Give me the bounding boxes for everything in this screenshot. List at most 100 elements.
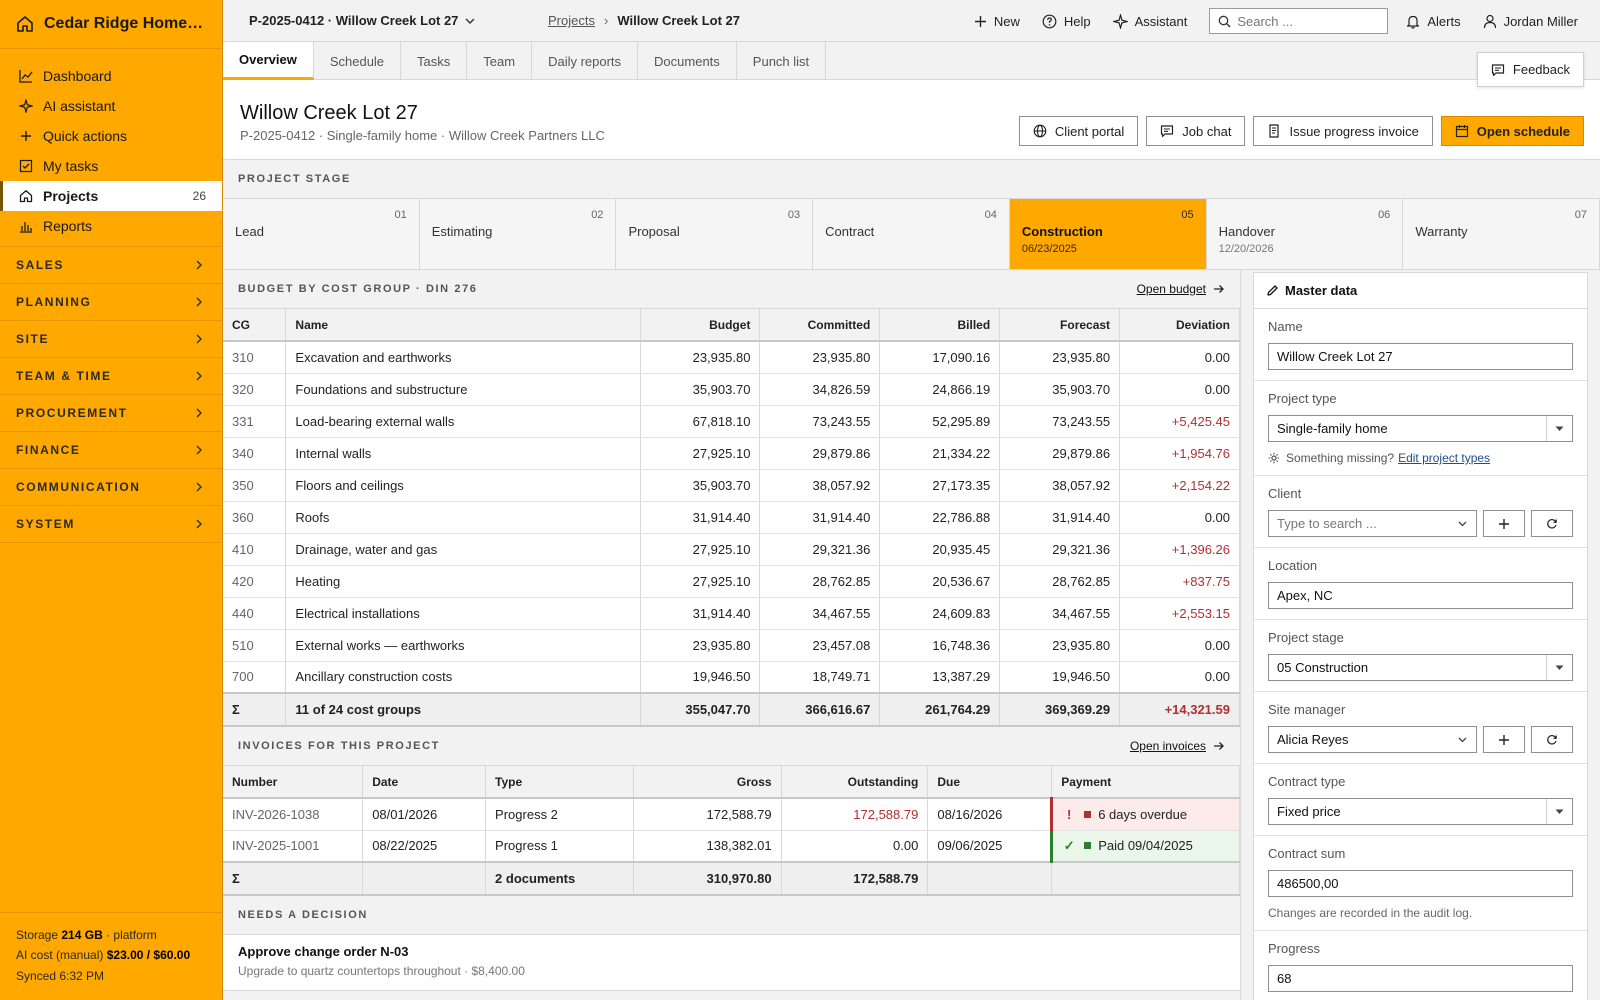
issue-invoice-button[interactable]: Issue progress invoice [1253,116,1433,146]
invoice-number[interactable]: INV-2025-1001 [223,830,364,863]
feedback-button[interactable]: Feedback [1476,52,1584,87]
assistant-button[interactable]: Assistant [1112,13,1187,29]
column-header[interactable]: CG [223,309,287,342]
tab-documents[interactable]: Documents [638,42,737,80]
table-row[interactable]: INV-2025-1001 08/22/2025 Progress 1 138,… [223,830,1240,863]
synced-status: Synced 6:32 PM [16,968,105,983]
sidebar-group-team-time[interactable]: TEAM & TIME [0,358,222,395]
edit-project-types-link[interactable]: Edit project types [1398,451,1490,465]
sidebar-group-procurement[interactable]: PROCUREMENT [0,395,222,432]
project-selector[interactable]: P-2025-0412 · Willow Creek Lot 27 [249,13,476,28]
stage-estimating[interactable]: 02 Estimating [420,199,617,269]
tab-tasks[interactable]: Tasks [401,42,468,80]
add-site-manager-button[interactable] [1483,726,1525,753]
contract-type-select[interactable]: Fixed price [1268,798,1573,825]
sidebar-group-site[interactable]: SITE [0,321,222,358]
column-header[interactable]: Type [485,766,634,799]
sidebar-group-communication[interactable]: COMMUNICATION [0,469,222,506]
sidebar-item-quick-actions[interactable]: Quick actions [0,121,222,151]
billed-value: 24,866.19 [879,373,1001,406]
alerts-button[interactable]: Alerts [1406,14,1461,29]
sidebar-group-finance[interactable]: FINANCE [0,432,222,469]
committed-value: 73,243.55 [759,405,881,438]
tab-team[interactable]: Team [467,42,533,80]
progress-input[interactable]: 68 [1268,965,1573,992]
search-input[interactable] [1237,13,1378,29]
tab-punch-list[interactable]: Punch list [737,42,827,80]
table-row[interactable]: 510 External works — earthworks 23,935.80 2… [223,629,1240,662]
project-stage-select[interactable]: 05 Construction [1268,654,1573,681]
breadcrumb-projects-link[interactable]: Projects [548,13,595,28]
stage-handover[interactable]: 06 Handover 12/20/2026 [1207,199,1404,269]
site-manager-select[interactable]: Alicia Reyes [1268,726,1477,753]
column-header[interactable]: Name [285,309,641,342]
table-row[interactable]: 410 Drainage, water and gas 27,925.10 29,32… [223,533,1240,566]
column-header[interactable]: Number [223,766,364,799]
storage-value: 214 GB [61,927,103,942]
refresh-client-button[interactable] [1531,510,1573,537]
open-schedule-button[interactable]: Open schedule [1440,116,1584,146]
stage-contract[interactable]: 04 Contract [813,199,1010,269]
location-input[interactable]: Apex, NC [1268,582,1573,609]
stage-lead[interactable]: 01 Lead [223,199,420,269]
table-row[interactable]: 310 Excavation and earthworks 23,935.80 23,… [223,341,1240,374]
refresh-site-manager-button[interactable] [1531,726,1573,753]
invoice-number[interactable]: INV-2026-1038 [223,798,364,831]
name-input[interactable]: Willow Creek Lot 27 [1268,343,1573,370]
column-header[interactable]: Date [362,766,487,799]
table-row[interactable]: INV-2026-1038 08/01/2026 Progress 2 172,… [223,798,1240,831]
sidebar-item-reports[interactable]: Reports [0,211,222,241]
add-client-button[interactable] [1483,510,1525,537]
client-search-input[interactable]: Type to search ... [1268,510,1477,537]
tab-overview[interactable]: Overview [223,42,314,80]
table-row[interactable]: 320 Foundations and substructure 35,903.70… [223,373,1240,406]
tab-daily-reports[interactable]: Daily reports [532,42,639,80]
search-box[interactable] [1209,8,1389,34]
brand[interactable]: Cedar Ridge Homes L... [0,0,222,49]
contract-sum-input[interactable]: 486500,00 [1268,870,1573,897]
column-header[interactable]: Committed [759,309,881,342]
stage-proposal[interactable]: 03 Proposal [616,199,814,269]
user-menu[interactable]: Jordan Miller [1483,14,1578,29]
sidebar-item-ai-assistant[interactable]: AI assistant [0,91,222,121]
table-row[interactable]: 700 Ancillary construction costs 19,946.50… [223,661,1240,694]
project-header: Willow Creek Lot 27 P-2025-0412 · Single… [223,80,1600,160]
column-header[interactable]: Deviation [1119,309,1240,342]
table-row[interactable]: 350 Floors and ceilings 35,903.70 38,057.92… [223,469,1240,502]
open-budget-link[interactable]: Open budget [1137,282,1225,296]
table-row[interactable]: 331 Load-bearing external walls 67,818.10 7… [223,405,1240,438]
sidebar-item-dashboard[interactable]: Dashboard [0,61,222,91]
sidebar-group-system[interactable]: SYSTEM [0,506,222,543]
sidebar-item-my-tasks[interactable]: My tasks [0,151,222,181]
column-header[interactable]: Gross [633,766,782,799]
stage-construction[interactable]: 05 Construction 06/23/2025 [1009,199,1207,269]
table-row[interactable]: 440 Electrical installations 31,914.40 34,4… [223,597,1240,630]
help-button[interactable]: Help [1042,14,1091,29]
group-label: TEAM & TIME [16,369,112,383]
field-project-stage: Project stage 05 Construction [1254,620,1587,692]
stage-warranty[interactable]: 07 Warranty [1403,199,1600,269]
tab-schedule[interactable]: Schedule [314,42,402,80]
open-invoices-link[interactable]: Open invoices [1130,739,1225,753]
table-row[interactable]: 360 Roofs 31,914.40 31,914.40 22,786.88 31,91… [223,501,1240,534]
client-portal-button[interactable]: Client portal [1018,116,1139,146]
budget-value: 31,914.40 [640,501,761,534]
job-chat-button[interactable]: Job chat [1146,116,1246,146]
sidebar-item-projects[interactable]: Projects 26 [0,181,222,211]
column-header[interactable]: Forecast [999,309,1121,342]
sidebar-group-sales[interactable]: SALES [0,247,222,284]
invoice-outstanding: 172,588.79 [781,798,929,831]
table-row[interactable]: 420 Heating 27,925.10 28,762.85 20,536.67 28,… [223,565,1240,598]
column-header[interactable]: Due [927,766,1053,799]
committed-value: 29,879.86 [759,437,881,470]
column-header[interactable]: Budget [640,309,761,342]
table-row[interactable]: 340 Internal walls 27,925.10 29,879.86 21,33… [223,437,1240,470]
project-type-select[interactable]: Single-family home [1268,415,1573,442]
new-button[interactable]: New [974,14,1020,29]
column-header[interactable]: Outstanding [781,766,929,799]
column-header[interactable]: Billed [879,309,1001,342]
sidebar-group-planning[interactable]: PLANNING [0,284,222,321]
column-header[interactable]: Payment [1051,766,1240,799]
decision-item[interactable]: Approve change order N-03 Upgrade to qua… [223,935,1240,991]
committed-value: 34,467.55 [759,597,881,630]
